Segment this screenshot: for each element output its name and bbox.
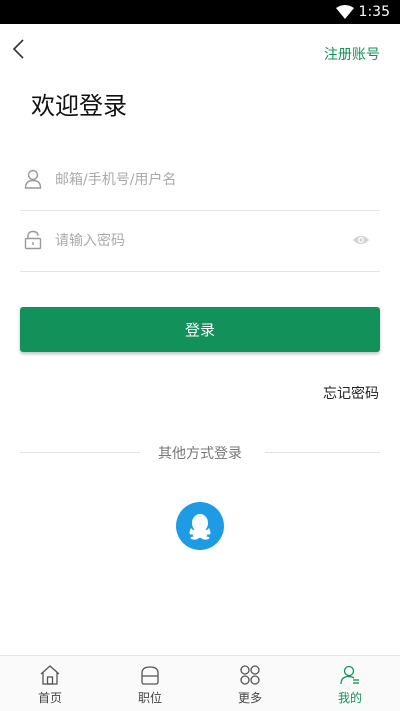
briefcase-icon: [141, 666, 159, 685]
status-bar: 1:35: [0, 0, 400, 24]
tab-home-label: 首页: [37, 691, 62, 705]
divider-right: [265, 452, 380, 453]
bottom-tab-bar: 首页 职位 更多 我的: [0, 655, 400, 711]
username-field: [20, 150, 380, 211]
chevron-left-icon[interactable]: [10, 38, 28, 60]
tab-home[interactable]: 首页: [0, 656, 100, 711]
login-button[interactable]: 登录: [20, 307, 380, 352]
password-field: [20, 211, 380, 272]
register-account-link[interactable]: 注册账号: [324, 44, 380, 64]
page-title: 欢迎登录: [31, 92, 127, 120]
password-input[interactable]: [55, 229, 335, 253]
eye-icon[interactable]: [352, 233, 370, 247]
lock-icon: [24, 230, 42, 250]
username-input[interactable]: [55, 168, 335, 192]
qq-login-button[interactable]: [176, 502, 224, 550]
tab-more-label: 更多: [237, 691, 262, 705]
user-icon: [24, 169, 42, 189]
tab-mine[interactable]: 我的: [300, 656, 400, 711]
qq-icon: [189, 514, 211, 540]
tab-jobs[interactable]: 职位: [100, 656, 200, 711]
profile-icon: [340, 665, 359, 685]
tab-jobs-label: 职位: [137, 691, 162, 705]
status-time: 1:35: [358, 4, 390, 20]
grid-icon: [240, 665, 260, 685]
home-icon: [40, 665, 60, 685]
other-login-label: 其他方式登录: [158, 446, 242, 462]
tab-more[interactable]: 更多: [200, 656, 300, 711]
tab-mine-label: 我的: [337, 691, 362, 705]
wifi-icon: [336, 5, 354, 19]
forgot-password-link[interactable]: 忘记密码: [323, 383, 379, 403]
